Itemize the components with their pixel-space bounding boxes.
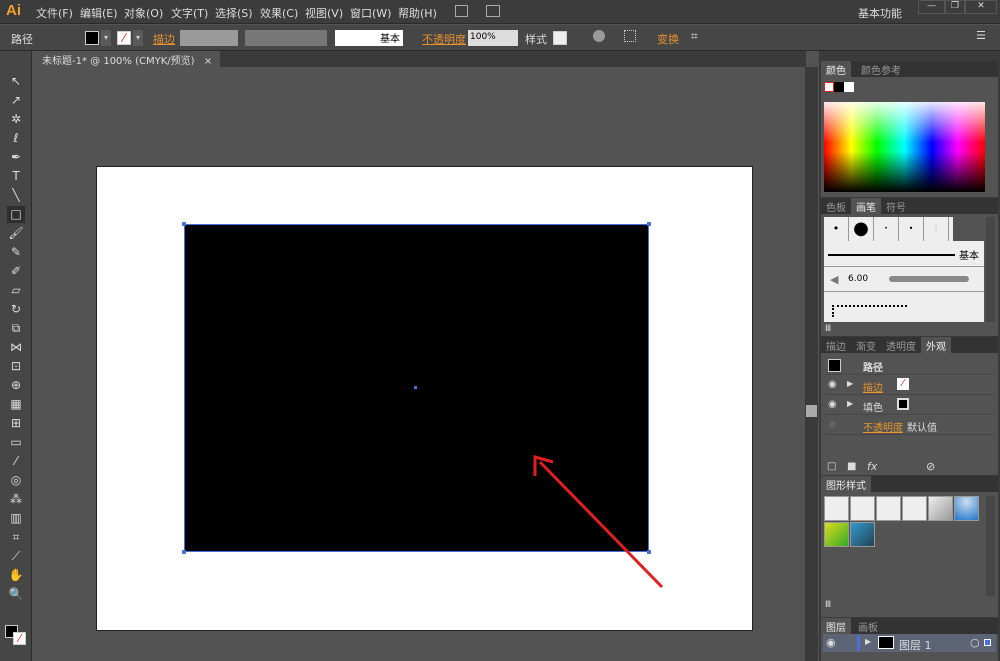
visibility-eye-icon[interactable]: ◉ xyxy=(826,636,836,649)
brush-scrollbar[interactable] xyxy=(986,217,995,322)
appearance-fill-row[interactable]: ◉ ▶ 填色 xyxy=(825,396,995,415)
tab-graphic-styles[interactable]: 图形样式 xyxy=(821,476,871,492)
brush-dot-tiny[interactable]: • xyxy=(874,217,899,241)
color-panel xyxy=(821,77,998,197)
target-icon[interactable]: ○ xyxy=(970,636,980,649)
brush-art[interactable]: ◀ 6.00 xyxy=(824,268,984,292)
graphic-style-default[interactable] xyxy=(824,496,849,521)
brush-library-icon[interactable]: Ⅲ xyxy=(825,324,831,334)
add-fill-icon[interactable]: ■ xyxy=(847,461,856,472)
graphic-style-3[interactable] xyxy=(876,496,901,521)
graphic-style-4[interactable] xyxy=(902,496,927,521)
tab-gradient[interactable]: 渐变 xyxy=(851,337,881,353)
expand-triangle-icon[interactable]: ▶ xyxy=(847,379,853,388)
tab-transparency[interactable]: 透明度 xyxy=(881,337,921,353)
brush-dot-small[interactable]: • xyxy=(824,217,849,241)
selection-indicator[interactable] xyxy=(984,639,991,646)
layers-panel: ◉ ▶ 图层 1 ○ xyxy=(821,634,998,661)
brush-dot-faint[interactable]: | xyxy=(924,217,949,241)
tab-symbols[interactable]: 符号 xyxy=(881,198,911,214)
expand-triangle-icon[interactable]: ▶ xyxy=(865,637,871,646)
none-swatch[interactable] xyxy=(824,82,834,92)
appearance-panel-header: 描边 渐变 透明度 外观 xyxy=(821,337,998,353)
color-spectrum[interactable] xyxy=(824,102,985,192)
tab-color-guide[interactable]: 颜色参考 xyxy=(856,61,906,77)
stroke-none-swatch[interactable]: ⁄ xyxy=(897,378,909,390)
tab-stroke[interactable]: 描边 xyxy=(821,337,851,353)
brush-pattern[interactable] xyxy=(832,305,907,317)
graphic-styles-panel-header: 图形样式 xyxy=(821,476,998,492)
layer-name[interactable]: 图层 1 xyxy=(899,637,932,653)
tab-color[interactable]: 颜色 xyxy=(821,61,851,77)
right-panel-dock: 颜色 颜色参考 色板 画笔 符号 • ● • • | 基本 ◀ 6.00 Ⅲ 描… xyxy=(819,51,1000,661)
appearance-stroke-row[interactable]: ◉ ▶ 描边 ⁄ xyxy=(825,376,995,395)
tab-swatches[interactable]: 色板 xyxy=(821,198,851,214)
expand-triangle-icon[interactable]: ▶ xyxy=(847,399,853,408)
path-thumbnail xyxy=(828,359,841,372)
graphic-style-8[interactable] xyxy=(850,522,875,547)
brush-dot-oval[interactable]: • xyxy=(899,217,924,241)
graphic-style-library-icon[interactable]: Ⅲ xyxy=(825,600,831,610)
scroll-thumb[interactable] xyxy=(806,405,817,417)
brush-dot-large[interactable]: ● xyxy=(849,217,874,241)
appearance-opacity-row[interactable]: ◉ 不透明度 默认值 xyxy=(825,416,995,435)
speaker-icon: ◀ xyxy=(830,273,839,286)
fx-icon[interactable]: fx xyxy=(867,460,877,473)
graphic-style-2[interactable] xyxy=(850,496,875,521)
visibility-eye-icon[interactable]: ◉ xyxy=(828,419,837,430)
color-panel-header: 颜色 颜色参考 xyxy=(821,61,998,77)
brush-list: • ● • • | 基本 ◀ 6.00 xyxy=(824,217,984,322)
appearance-panel: 路径 ◉ ▶ 描边 ⁄ ◉ ▶ 填色 ◉ 不透明度 默认值 □ ■ fx ⊘ xyxy=(821,353,998,475)
tab-appearance[interactable]: 外观 xyxy=(921,337,951,353)
graphic-style-6[interactable] xyxy=(954,496,979,521)
visibility-eye-icon[interactable]: ◉ xyxy=(828,379,837,390)
brush-basic[interactable]: 基本 xyxy=(824,242,984,267)
tab-artboards[interactable]: 画板 xyxy=(853,618,883,634)
graphic-style-5[interactable] xyxy=(928,496,953,521)
tab-brushes[interactable]: 画笔 xyxy=(851,198,881,214)
clear-appearance-icon[interactable]: ⊘ xyxy=(926,460,935,473)
graphic-styles-panel: Ⅲ xyxy=(821,492,998,617)
layers-panel-header: 图层 画板 xyxy=(821,618,998,634)
fill-black-swatch[interactable] xyxy=(897,398,909,410)
layer-thumbnail xyxy=(878,636,894,649)
appearance-title-row: 路径 xyxy=(825,356,995,375)
layer-row[interactable]: ◉ ▶ 图层 1 ○ xyxy=(823,634,996,652)
add-stroke-icon[interactable]: □ xyxy=(827,461,836,472)
vertical-scrollbar[interactable] xyxy=(805,67,818,661)
brushes-panel-header: 色板 画笔 符号 xyxy=(821,198,998,214)
graphic-style-7[interactable] xyxy=(824,522,849,547)
graphic-styles-scrollbar[interactable] xyxy=(986,496,995,596)
brushes-panel: • ● • • | 基本 ◀ 6.00 Ⅲ xyxy=(821,214,998,336)
layer-color-bar xyxy=(857,635,860,651)
visibility-eye-icon[interactable]: ◉ xyxy=(828,399,837,410)
black-swatch[interactable] xyxy=(834,82,844,92)
white-swatch[interactable] xyxy=(844,82,854,92)
tab-layers[interactable]: 图层 xyxy=(821,618,851,634)
